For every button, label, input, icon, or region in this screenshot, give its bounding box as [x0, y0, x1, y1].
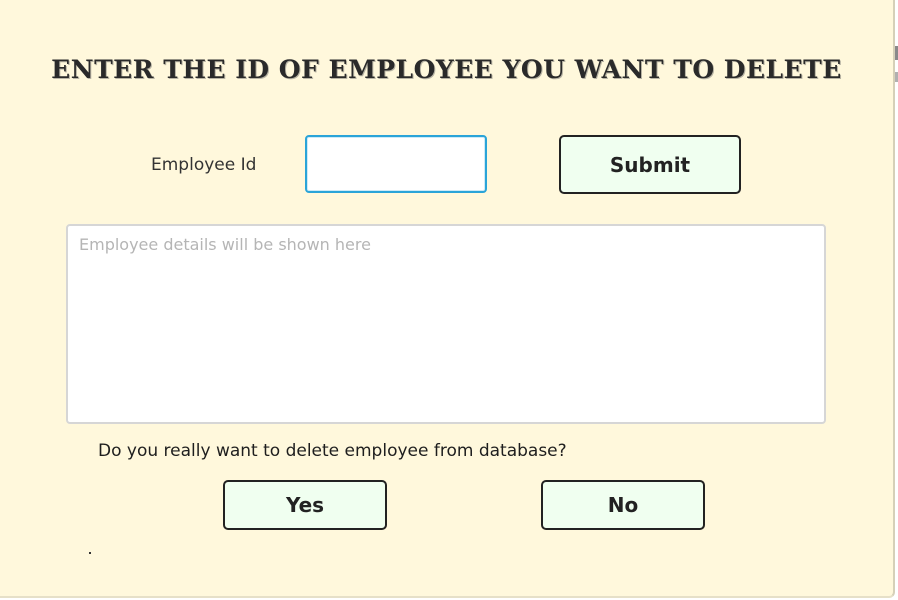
submit-button[interactable]: Submit — [559, 135, 741, 194]
employee-id-label: Employee Id — [151, 155, 257, 175]
yes-button[interactable]: Yes — [223, 480, 387, 530]
page-title: Enter the id of employee you want to del… — [51, 55, 842, 84]
status-dot — [89, 552, 91, 554]
employee-id-input[interactable] — [305, 135, 487, 193]
no-button[interactable]: No — [541, 480, 705, 530]
employee-details-textarea[interactable] — [66, 224, 826, 424]
delete-confirmation-question: Do you really want to delete employee fr… — [98, 441, 567, 461]
delete-employee-window: Enter the id of employee you want to del… — [0, 0, 895, 598]
